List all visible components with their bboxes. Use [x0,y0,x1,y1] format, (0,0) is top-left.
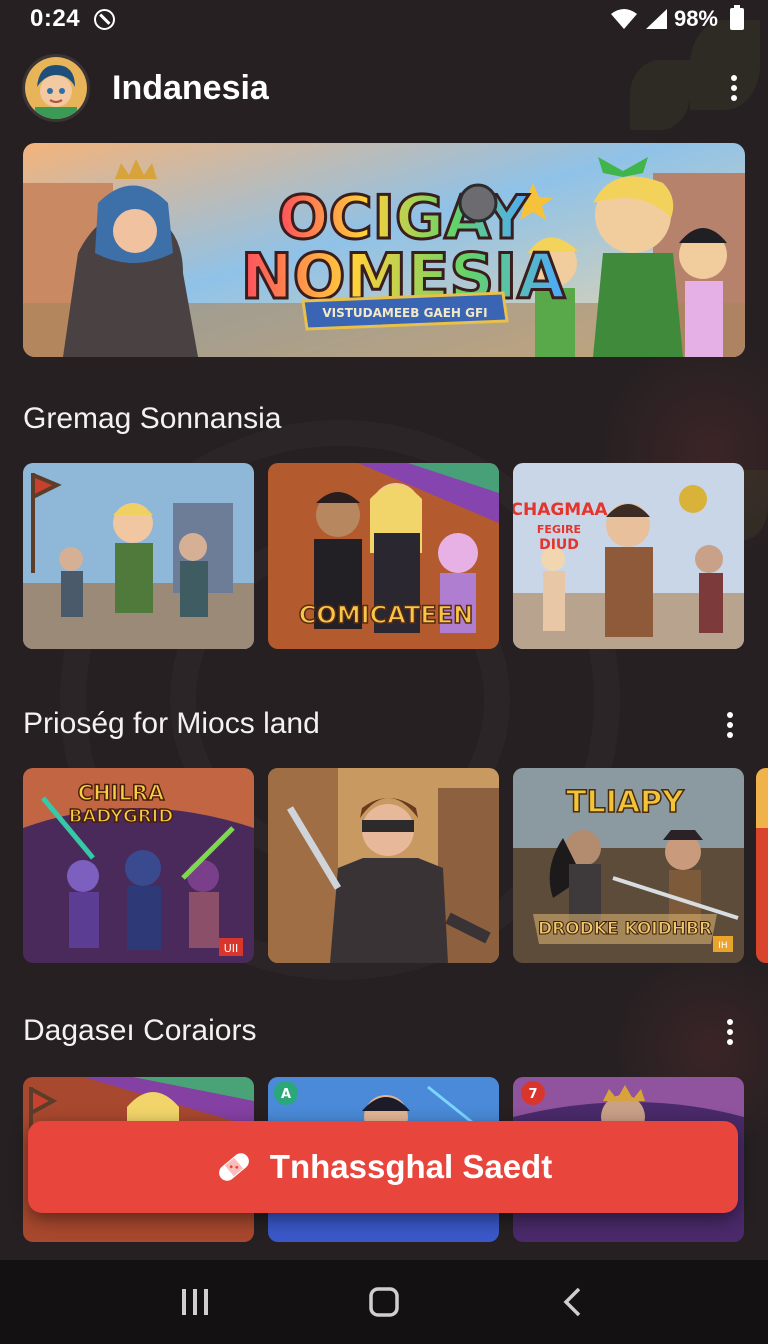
section-title: Dagaseı Coraiors [23,1014,257,1047]
bandage-icon [218,1153,249,1181]
card-badge: A [281,1087,291,1102]
battery-icon [730,5,744,30]
signal-icon [645,9,667,29]
card-caption: CHAGMAA [513,500,608,520]
game-card[interactable]: CHILRA BADYGRID UII [23,768,254,963]
battery-percent: 98% [673,6,718,31]
recents-button[interactable] [165,1272,225,1332]
section-title: Prioség for Miocs land [23,707,320,740]
back-button[interactable] [543,1272,603,1332]
card-caption: DIUD [539,537,579,553]
more-vertical-icon[interactable] [718,1014,742,1050]
more-vertical-icon[interactable] [722,70,746,106]
game-card[interactable] [268,768,499,963]
dnd-icon [94,8,116,30]
card-badge: IH [718,941,727,951]
system-nav-bar [0,1260,768,1344]
status-bar: 0:24 98% [0,0,768,38]
avatar[interactable] [22,54,90,122]
card-badge: 7 [528,1087,537,1102]
card-caption: BADYGRID [69,806,174,827]
hero-banner[interactable]: OCIGAY NOMESIA VISTUDAMEEB GAEH GFI [23,143,745,357]
wifi-icon [610,9,637,29]
card-caption: TLIAPY [566,785,685,820]
game-card[interactable] [23,463,254,649]
home-button[interactable] [354,1272,414,1332]
card-caption: DRODKE KOIDHBR [538,919,712,939]
card-caption: COMICATEEN [299,601,473,629]
card-badge: UII [224,942,239,955]
back-icon [563,1287,581,1317]
page-title: Indanesia [112,68,269,107]
game-card-peek[interactable] [756,768,768,963]
card-caption: FEGIRE [537,523,581,536]
status-icons: 98% [610,5,744,32]
app-header: Indanesia [22,50,746,126]
section-title: Gremag Sonnansia [23,402,282,435]
home-icon [369,1287,399,1317]
status-time: 0:24 [30,5,81,32]
game-card[interactable]: COMICATEEN [268,463,499,649]
install-button[interactable]: Tnhassghal Saedt [28,1121,738,1213]
game-card[interactable]: TLIAPY DRODKE KOIDHBR IH [513,768,744,963]
more-vertical-icon[interactable] [718,707,742,743]
recents-icon [181,1289,208,1315]
card-caption: CHILRA [78,781,165,805]
game-card[interactable]: CHAGMAA FEGIRE DIUD [513,463,744,649]
hero-ribbon-text: VISTUDAMEEB GAEH GFI [322,306,487,320]
avatar-icon [25,57,87,119]
install-button-label: Tnhassghal Saedt [269,1148,553,1185]
